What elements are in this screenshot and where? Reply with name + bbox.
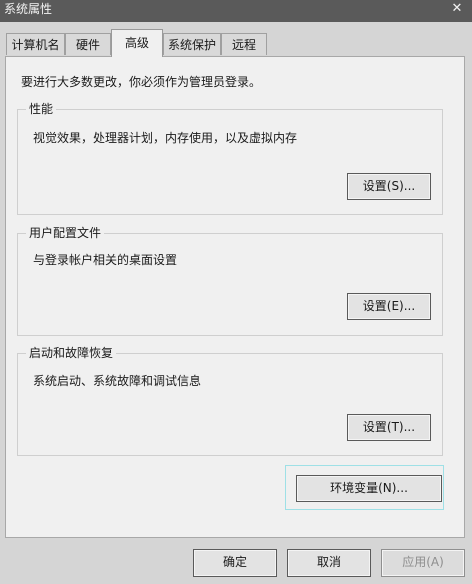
ok-label: 确定 — [222, 555, 247, 569]
user-profiles-legend: 用户配置文件 — [29, 226, 102, 240]
performance-legend: 性能 — [29, 102, 54, 116]
startup-recovery-settings-button[interactable]: 设置(T)... — [347, 414, 431, 441]
close-icon[interactable]: ✕ — [442, 0, 472, 18]
performance-description: 视觉效果，处理器计划，内存使用，以及虚拟内存 — [33, 131, 298, 145]
tab-advanced[interactable]: 高级 — [111, 29, 163, 57]
user-profiles-description: 与登录帐户相关的桌面设置 — [33, 253, 178, 267]
tab-remote[interactable]: 远程 — [221, 33, 267, 55]
cancel-button[interactable]: 取消 — [287, 549, 371, 577]
environment-variables-button[interactable]: 环境变量(N)... — [296, 475, 442, 502]
cancel-label: 取消 — [316, 555, 341, 569]
user-profiles-settings-label: 设置(E)... — [362, 299, 416, 313]
performance-settings-button[interactable]: 设置(S)... — [347, 173, 431, 200]
tab-computer-name[interactable]: 计算机名 — [6, 33, 65, 55]
window-title: 系统属性 — [4, 2, 53, 16]
ok-button[interactable]: 确定 — [193, 549, 277, 577]
tab-hardware[interactable]: 硬件 — [65, 33, 111, 55]
user-profiles-settings-button[interactable]: 设置(E)... — [347, 293, 431, 320]
performance-settings-label: 设置(S)... — [362, 179, 416, 193]
startup-recovery-legend: 启动和故障恢复 — [29, 346, 114, 360]
tab-system-protection[interactable]: 系统保护 — [163, 33, 221, 55]
startup-recovery-settings-label: 设置(T)... — [362, 420, 416, 434]
environment-variables-label: 环境变量(N)... — [330, 481, 408, 495]
apply-label: 应用(A) — [402, 555, 444, 569]
admin-notice: 要进行大多数更改，你必须作为管理员登录。 — [21, 75, 262, 89]
apply-button[interactable]: 应用(A) — [381, 549, 465, 577]
title-bar: 系统属性 ✕ — [0, 0, 472, 22]
startup-recovery-description: 系统启动、系统故障和调试信息 — [33, 374, 202, 388]
